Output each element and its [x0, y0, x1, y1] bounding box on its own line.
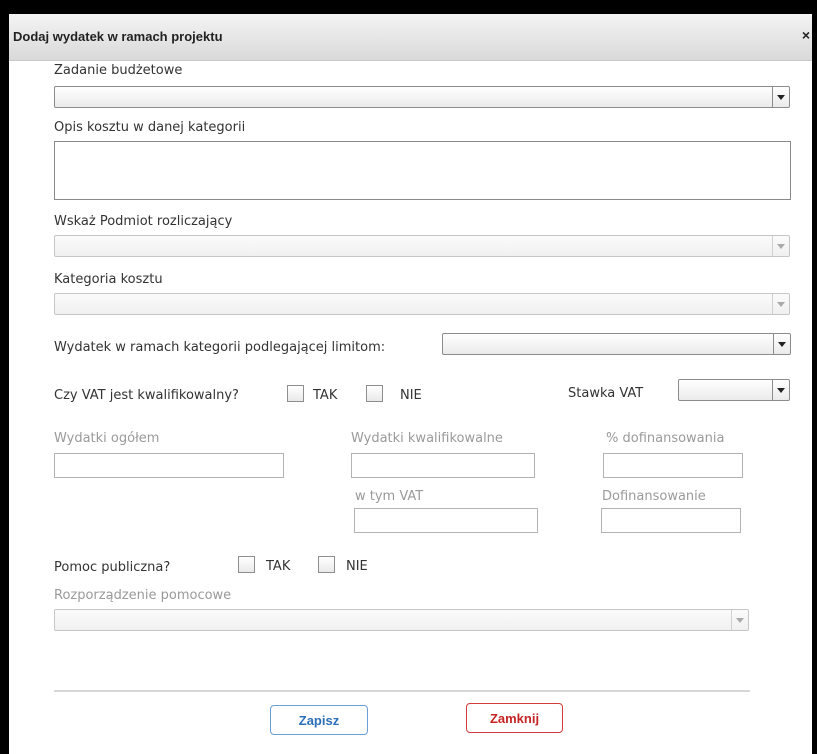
window-frame-left	[0, 14, 9, 754]
cost-category-label: Kategoria kosztu	[54, 272, 163, 287]
chevron-down-icon	[777, 387, 785, 393]
chevron-down-icon	[777, 243, 785, 249]
vat-no-label: NIE	[400, 388, 422, 403]
cofinancing-percent-label: % dofinansowania	[606, 431, 725, 446]
window-frame-right	[812, 14, 817, 754]
cost-description-textarea[interactable]	[54, 141, 791, 200]
dropdown-button[interactable]	[772, 294, 789, 314]
chevron-down-icon	[777, 94, 785, 100]
limited-category-select[interactable]	[442, 333, 791, 355]
eligible-expenses-input[interactable]	[351, 453, 535, 478]
settling-entity-label: Wskaż Podmiot rozliczający	[54, 214, 233, 229]
incl-vat-input[interactable]	[354, 508, 538, 533]
vat-rate-select[interactable]	[678, 379, 790, 401]
cofinancing-percent-input[interactable]	[603, 453, 743, 478]
vat-rate-label: Stawka VAT	[568, 386, 644, 401]
aid-regulation-label: Rozporządzenie pomocowe	[54, 588, 232, 603]
window-frame-top	[0, 0, 817, 14]
vat-no-checkbox[interactable]	[366, 385, 383, 402]
total-expenses-label: Wydatki ogółem	[54, 431, 160, 446]
cofinancing-input[interactable]	[601, 508, 741, 533]
dialog-title: Dodaj wydatek w ramach projektu	[13, 29, 223, 44]
settling-entity-select[interactable]	[54, 235, 790, 257]
dialog-titlebar: Dodaj wydatek w ramach projektu ×	[9, 14, 812, 61]
dropdown-button[interactable]	[731, 610, 748, 630]
public-aid-no-checkbox[interactable]	[318, 556, 335, 573]
chevron-down-icon	[778, 341, 786, 347]
public-aid-label: Pomoc publiczna?	[54, 560, 171, 575]
save-button[interactable]: Zapisz	[270, 705, 368, 735]
dropdown-button[interactable]	[772, 380, 789, 400]
dropdown-button[interactable]	[772, 236, 789, 256]
eligible-expenses-label: Wydatki kwalifikowalne	[351, 431, 503, 446]
budget-task-label: Zadanie budżetowe	[54, 63, 183, 78]
budget-task-select[interactable]	[54, 86, 790, 108]
limited-category-label: Wydatek w ramach kategorii podlegającej …	[54, 340, 386, 355]
chevron-down-icon	[736, 617, 744, 623]
chevron-down-icon	[777, 301, 785, 307]
cofinancing-label: Dofinansowanie	[602, 489, 706, 504]
dropdown-button[interactable]	[772, 87, 789, 107]
incl-vat-label: w tym VAT	[355, 489, 424, 504]
public-aid-yes-checkbox[interactable]	[238, 556, 255, 573]
public-aid-yes-label: TAK	[266, 559, 291, 574]
vat-eligible-label: Czy VAT jest kwalifikowalny?	[54, 388, 239, 403]
aid-regulation-select[interactable]	[54, 609, 749, 631]
close-button[interactable]: Zamknij	[466, 703, 563, 733]
vat-yes-checkbox[interactable]	[287, 385, 304, 402]
public-aid-no-label: NIE	[346, 559, 368, 574]
total-expenses-input[interactable]	[54, 453, 284, 478]
close-icon[interactable]: ×	[802, 27, 810, 43]
dropdown-button[interactable]	[773, 334, 790, 354]
cost-category-select[interactable]	[54, 293, 790, 315]
vat-yes-label: TAK	[313, 388, 338, 403]
footer-divider	[54, 690, 750, 692]
cost-description-label: Opis kosztu w danej kategorii	[54, 120, 246, 135]
